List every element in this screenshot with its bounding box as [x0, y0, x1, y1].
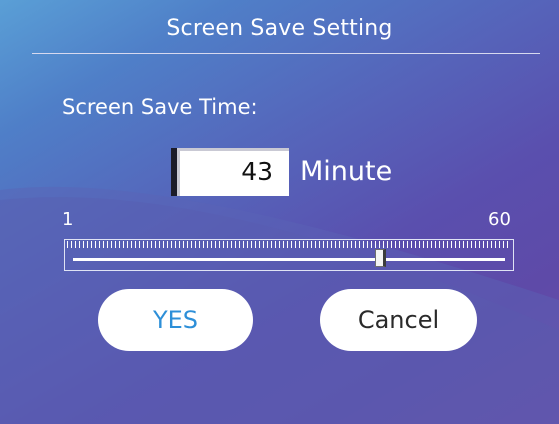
title-divider — [32, 53, 540, 54]
slider-thumb[interactable] — [375, 249, 387, 267]
dialog-title: Screen Save Setting — [166, 16, 393, 41]
timeout-slider[interactable] — [64, 239, 514, 271]
cancel-button[interactable]: Cancel — [320, 289, 477, 351]
screen-save-time-label: Screen Save Time: — [62, 95, 258, 119]
screen-save-dialog: Screen Save Setting Screen Save Time: 43… — [0, 0, 559, 424]
slider-min-label: 1 — [62, 209, 74, 230]
slider-max-label: 60 — [488, 209, 511, 230]
timeout-unit-label: Minute — [300, 156, 393, 187]
slider-ticks — [67, 241, 511, 248]
background-wave — [0, 186, 559, 424]
slider-track[interactable] — [73, 258, 505, 261]
timeout-value-field[interactable]: 43 — [171, 148, 289, 196]
yes-button[interactable]: YES — [98, 289, 253, 351]
